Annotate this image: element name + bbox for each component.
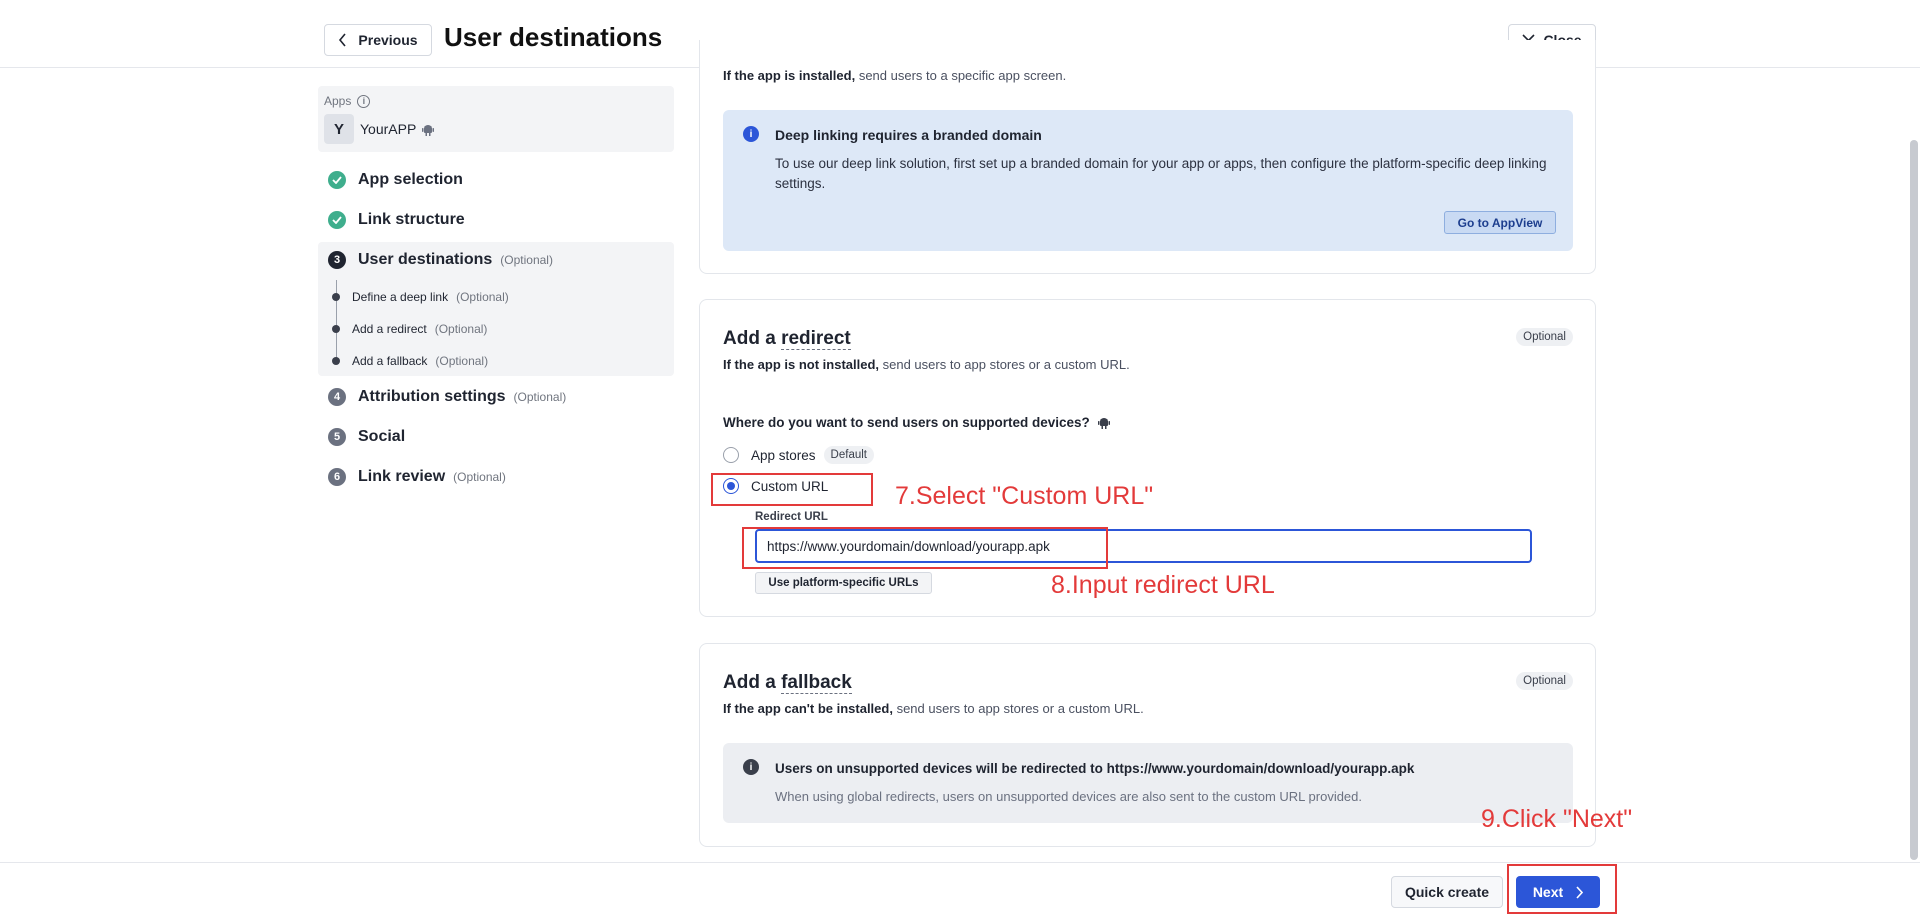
supported-devices-question: Where do you want to send users on suppo… bbox=[723, 415, 1110, 430]
check-circle-icon bbox=[328, 171, 346, 189]
step-number-badge: 6 bbox=[328, 468, 346, 486]
redirect-url-label: Redirect URL bbox=[755, 511, 828, 523]
annotation-box-custom-url bbox=[711, 473, 873, 506]
step-attribution-settings[interactable]: 4 Attribution settings (Optional) bbox=[328, 388, 566, 406]
radio-app-stores[interactable] bbox=[723, 447, 739, 463]
step-optional-tag: (Optional) bbox=[500, 253, 553, 267]
desc-rest: send users to app stores or a custom URL… bbox=[892, 701, 1144, 716]
annotation-step-9: 9.Click "Next" bbox=[1481, 805, 1633, 833]
check-circle-icon bbox=[328, 211, 346, 229]
step-label: User destinations bbox=[358, 251, 493, 268]
desc-bold: If the app can't be installed, bbox=[723, 701, 893, 716]
redirect-term[interactable]: redirect bbox=[781, 328, 851, 350]
option-app-stores[interactable]: App stores Default bbox=[723, 446, 874, 464]
redirect-description: If the app is not installed, send users … bbox=[723, 357, 1130, 372]
info-icon: i bbox=[743, 759, 759, 775]
fallback-info-alert: i Users on unsupported devices will be r… bbox=[723, 743, 1573, 823]
step-number-badge: 4 bbox=[328, 388, 346, 406]
step-number-badge: 5 bbox=[328, 428, 346, 446]
question-text: Where do you want to send users on suppo… bbox=[723, 415, 1090, 430]
substep-add-fallback[interactable]: Add a fallback (Optional) bbox=[332, 354, 488, 368]
substep-dot bbox=[332, 325, 340, 333]
title-prefix: Add a bbox=[723, 328, 782, 349]
apps-label: Apps i bbox=[324, 94, 371, 108]
substep-optional-tag: (Optional) bbox=[434, 322, 488, 336]
substep-define-deep-link[interactable]: Define a deep link (Optional) bbox=[332, 290, 509, 304]
fallback-description: If the app can't be installed, send user… bbox=[723, 701, 1144, 716]
chevron-left-icon bbox=[339, 33, 347, 47]
step-label: Link review bbox=[358, 468, 446, 485]
substep-label: Add a fallback bbox=[352, 354, 428, 368]
installed-rest: send users to a specific app screen. bbox=[855, 68, 1067, 83]
desc-bold: If the app is not installed, bbox=[723, 357, 880, 372]
substep-optional-tag: (Optional) bbox=[435, 354, 489, 368]
annotation-box-next bbox=[1507, 864, 1617, 914]
step-number-badge: 3 bbox=[328, 251, 346, 269]
desc-rest: send users to app stores or a custom URL… bbox=[879, 357, 1130, 372]
substep-add-redirect[interactable]: Add a redirect (Optional) bbox=[332, 322, 487, 336]
footer-bar: Quick create Next bbox=[0, 862, 1920, 919]
alert-body: When using global redirects, users on un… bbox=[775, 789, 1363, 804]
alert-title: Users on unsupported devices will be red… bbox=[775, 761, 1415, 776]
go-to-appview-button[interactable]: Go to AppView bbox=[1444, 211, 1556, 234]
step-optional-tag: (Optional) bbox=[513, 390, 567, 404]
previous-button[interactable]: Previous bbox=[324, 24, 432, 56]
step-label: Social bbox=[358, 428, 406, 445]
android-icon bbox=[1097, 418, 1110, 429]
step-label: Link structure bbox=[358, 211, 465, 228]
annotation-box-redirect-url bbox=[742, 527, 1108, 569]
android-icon bbox=[422, 124, 435, 136]
step-app-selection[interactable]: App selection bbox=[328, 171, 463, 189]
previous-label: Previous bbox=[358, 32, 418, 48]
info-icon: i bbox=[743, 126, 759, 142]
substep-label: Define a deep link bbox=[352, 290, 449, 304]
fallback-title: Add a fallback bbox=[723, 672, 852, 694]
step-link-review[interactable]: 6 Link review (Optional) bbox=[328, 468, 506, 486]
step-link-structure[interactable]: Link structure bbox=[328, 211, 465, 229]
quick-create-button[interactable]: Quick create bbox=[1391, 876, 1503, 908]
substep-dot bbox=[332, 293, 340, 301]
annotation-step-8: 8.Input redirect URL bbox=[1051, 571, 1275, 599]
step-label: Attribution settings bbox=[358, 388, 506, 405]
alert-title: Deep linking requires a branded domain bbox=[775, 127, 1042, 143]
default-badge: Default bbox=[823, 446, 874, 464]
step-label: App selection bbox=[358, 171, 463, 188]
apps-label-text: Apps bbox=[324, 94, 352, 108]
option-label: App stores bbox=[751, 447, 816, 463]
app-name: YourAPP bbox=[360, 121, 435, 137]
redirect-title: Add a redirect bbox=[723, 328, 851, 350]
info-icon[interactable]: i bbox=[357, 94, 371, 108]
app-name-text: YourAPP bbox=[360, 121, 417, 137]
alert-body: To use our deep link solution, first set… bbox=[775, 156, 1547, 191]
substep-optional-tag: (Optional) bbox=[456, 290, 509, 304]
redirect-card: Add a redirect Optional If the app is no… bbox=[699, 299, 1596, 617]
step-social[interactable]: 5 Social bbox=[328, 428, 405, 446]
deep-link-card: If the app is installed, send users to a… bbox=[699, 40, 1596, 274]
page-title: User destinations bbox=[444, 22, 663, 52]
optional-badge: Optional bbox=[1516, 328, 1573, 346]
step-user-destinations[interactable]: 3 User destinations (Optional) bbox=[328, 251, 553, 269]
title-prefix: Add a bbox=[723, 672, 782, 693]
fallback-term[interactable]: fallback bbox=[781, 672, 852, 694]
annotation-step-7: 7.Select "Custom URL" bbox=[895, 482, 1154, 510]
app-avatar: Y bbox=[324, 114, 354, 144]
installed-description: If the app is installed, send users to a… bbox=[723, 68, 1066, 83]
branded-domain-alert: i Deep linking requires a branded domain… bbox=[723, 110, 1573, 251]
vertical-scrollbar[interactable] bbox=[1910, 140, 1918, 860]
app-root: Previous User destinations Close Apps i … bbox=[0, 0, 1920, 919]
step-optional-tag: (Optional) bbox=[453, 470, 506, 484]
installed-bold: If the app is installed, bbox=[723, 68, 856, 83]
substep-label: Add a redirect bbox=[352, 322, 427, 336]
substep-dot bbox=[332, 357, 340, 365]
fallback-card: Add a fallback Optional If the app can't… bbox=[699, 643, 1596, 847]
platform-specific-urls-button[interactable]: Use platform-specific URLs bbox=[755, 572, 932, 594]
app-selector[interactable]: Apps i Y YourAPP bbox=[318, 86, 674, 152]
optional-badge: Optional bbox=[1516, 672, 1573, 690]
